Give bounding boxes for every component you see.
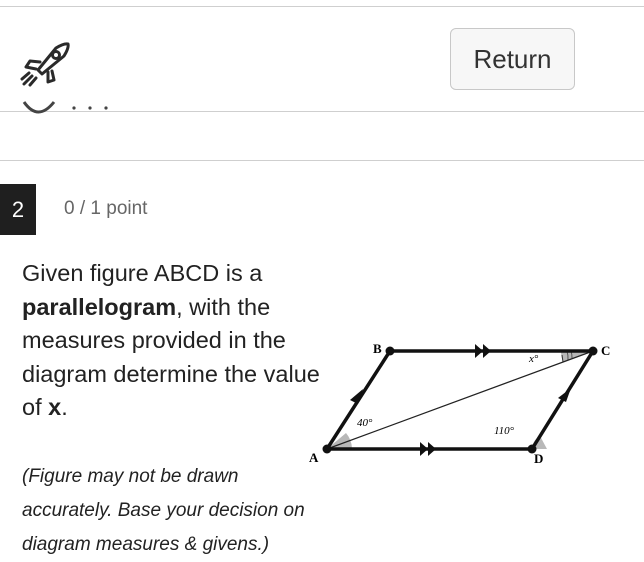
section-divider	[0, 160, 644, 161]
vertex-a-point	[322, 444, 332, 454]
question-text: Given figure ABCD is a parallelogram, wi…	[22, 257, 322, 425]
rocket-icon[interactable]	[18, 40, 74, 88]
diagonal-ac	[326, 350, 594, 450]
double-arrow-bc-2	[483, 344, 491, 358]
question-number: 2	[11, 196, 25, 222]
question-points: 0 / 1 point	[64, 198, 148, 219]
question-number-badge: 2	[0, 184, 36, 235]
top-divider	[0, 6, 644, 7]
vertex-c-label: C	[601, 343, 610, 358]
question-text-intro: Given figure ABCD is a	[22, 260, 263, 286]
question-note: (Figure may not be drawn accurately. Bas…	[22, 466, 305, 555]
angle-d-label: 110°	[494, 425, 515, 437]
vertex-b-label: B	[373, 341, 382, 356]
return-button[interactable]: Return	[450, 28, 575, 90]
previous-question-fragment	[22, 101, 108, 114]
double-arrow-ad-2	[428, 442, 436, 456]
arrow-dc	[558, 388, 571, 402]
angle-c-label: x°	[528, 353, 539, 365]
parallelogram-diagram: A B C D 40° x° 110°	[309, 341, 610, 466]
double-arrow-ad-1	[420, 442, 428, 456]
vertex-b-point	[385, 346, 395, 356]
vertex-d-label: D	[534, 451, 543, 466]
question-text-end: .	[61, 394, 68, 420]
return-button-label: Return	[473, 43, 552, 74]
vertex-a-label: A	[309, 450, 319, 465]
double-arrow-bc-1	[475, 344, 483, 358]
question-text-variable: x	[48, 394, 62, 420]
question-text-keyword: parallelogram	[22, 293, 177, 320]
vertex-c-point	[588, 346, 598, 356]
angle-a-label: 40°	[357, 417, 373, 429]
